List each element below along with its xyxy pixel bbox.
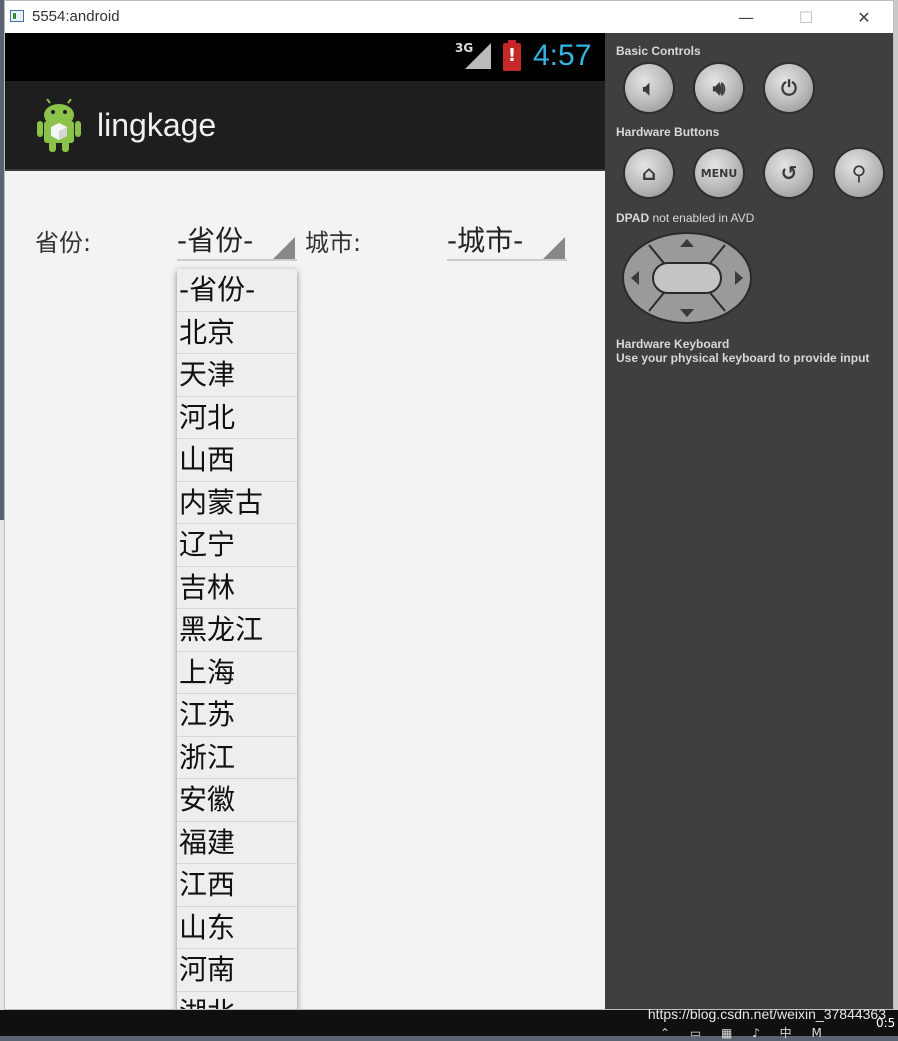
back-button[interactable]: ↺: [765, 149, 813, 197]
dropdown-item[interactable]: 河南: [177, 949, 297, 992]
hardware-keyboard-note: Use your physical keyboard to provide in…: [616, 351, 870, 365]
home-button[interactable]: ⌂: [625, 149, 673, 197]
volume-down-icon: 🔈︎: [643, 76, 655, 100]
dropdown-arrow-icon: [273, 237, 295, 259]
dropdown-arrow-icon: [543, 237, 565, 259]
province-spinner-value: -省份-: [177, 224, 254, 257]
province-spinner[interactable]: -省份-: [177, 213, 297, 261]
dpad-heading: DPAD not enabled in AVD: [616, 211, 754, 225]
close-button[interactable]: ✕: [841, 1, 887, 33]
province-dropdown-list[interactable]: -省份-北京天津河北山西内蒙古辽宁吉林黑龙江上海江苏浙江安徽福建江西山东河南湖北: [177, 269, 297, 1010]
system-tray-icons: ⌃ ▭ ▦ ♪ 中 M: [660, 1026, 830, 1040]
power-icon: ⏻: [781, 76, 797, 100]
network-type: 3G: [455, 41, 474, 55]
minimize-button[interactable]: —: [723, 1, 769, 33]
search-button[interactable]: ⚲: [835, 149, 883, 197]
back-icon: ↺: [780, 161, 798, 185]
window-title: 5554:android: [32, 8, 120, 25]
volume-down-button[interactable]: 🔈︎: [625, 64, 673, 112]
city-spinner-value: -城市-: [447, 224, 524, 257]
status-bar: 3G ! 4:57: [5, 33, 605, 81]
dropdown-item[interactable]: 福建: [177, 822, 297, 864]
status-clock: 4:57: [533, 39, 592, 72]
dropdown-item[interactable]: 安徽: [177, 779, 297, 822]
dropdown-item[interactable]: 江苏: [177, 694, 297, 737]
dropdown-item[interactable]: 北京: [177, 312, 297, 354]
home-icon: ⌂: [641, 161, 657, 185]
dropdown-item[interactable]: 湖北: [177, 992, 297, 1010]
menu-button-label: MENU: [700, 166, 738, 180]
search-icon: ⚲: [851, 161, 867, 185]
battery-alert: !: [507, 45, 517, 66]
emulator-controls-panel: Basic Controls 🔈︎ 🔊︎ ⏻ Hardware Buttons …: [605, 33, 893, 1009]
city-spinner[interactable]: -城市-: [447, 213, 567, 261]
volume-up-icon: 🔊︎: [712, 76, 726, 100]
dropdown-item[interactable]: 浙江: [177, 737, 297, 779]
province-label: 省份:: [35, 229, 92, 257]
power-button[interactable]: ⏻: [765, 64, 813, 112]
maximize-button[interactable]: ☐: [783, 1, 829, 33]
dropdown-item[interactable]: 山西: [177, 439, 297, 482]
device-screen: 3G ! 4:57 lingkage 省份: -省份- 城市: -城市- -省份…: [5, 33, 605, 1010]
dropdown-item[interactable]: 天津: [177, 354, 297, 397]
dropdown-item[interactable]: -省份-: [177, 269, 297, 312]
dropdown-item[interactable]: 上海: [177, 652, 297, 694]
volume-up-button[interactable]: 🔊︎: [695, 64, 743, 112]
android-app-icon[interactable]: [35, 99, 83, 153]
dropdown-item[interactable]: 辽宁: [177, 524, 297, 567]
dropdown-item[interactable]: 吉林: [177, 567, 297, 609]
action-bar: lingkage: [5, 81, 605, 171]
hardware-keyboard-heading: Hardware Keyboard: [616, 337, 730, 351]
app-title: lingkage: [97, 107, 217, 143]
dropdown-item[interactable]: 河北: [177, 397, 297, 439]
watermark-url: https://blog.csdn.net/weixin_37844363: [647, 1006, 886, 1022]
dropdown-item[interactable]: 黑龙江: [177, 609, 297, 652]
city-label: 城市:: [305, 229, 362, 257]
hardware-buttons-heading: Hardware Buttons: [616, 125, 720, 139]
basic-controls-heading: Basic Controls: [616, 44, 701, 58]
emulator-window: 5554:android — ☐ ✕ 3G ! 4:57 lingkage 省份…: [4, 0, 894, 1010]
window-titlebar[interactable]: 5554:android — ☐ ✕: [5, 1, 893, 33]
dpad-note: not enabled in AVD: [652, 211, 755, 225]
app-window-icon: [10, 10, 24, 22]
dropdown-item[interactable]: 山东: [177, 907, 297, 949]
dpad-control[interactable]: [621, 231, 753, 325]
menu-button[interactable]: MENU: [695, 149, 743, 197]
dpad-label: DPAD: [616, 211, 650, 225]
dropdown-item[interactable]: 内蒙古: [177, 482, 297, 524]
dropdown-item[interactable]: 江西: [177, 864, 297, 907]
